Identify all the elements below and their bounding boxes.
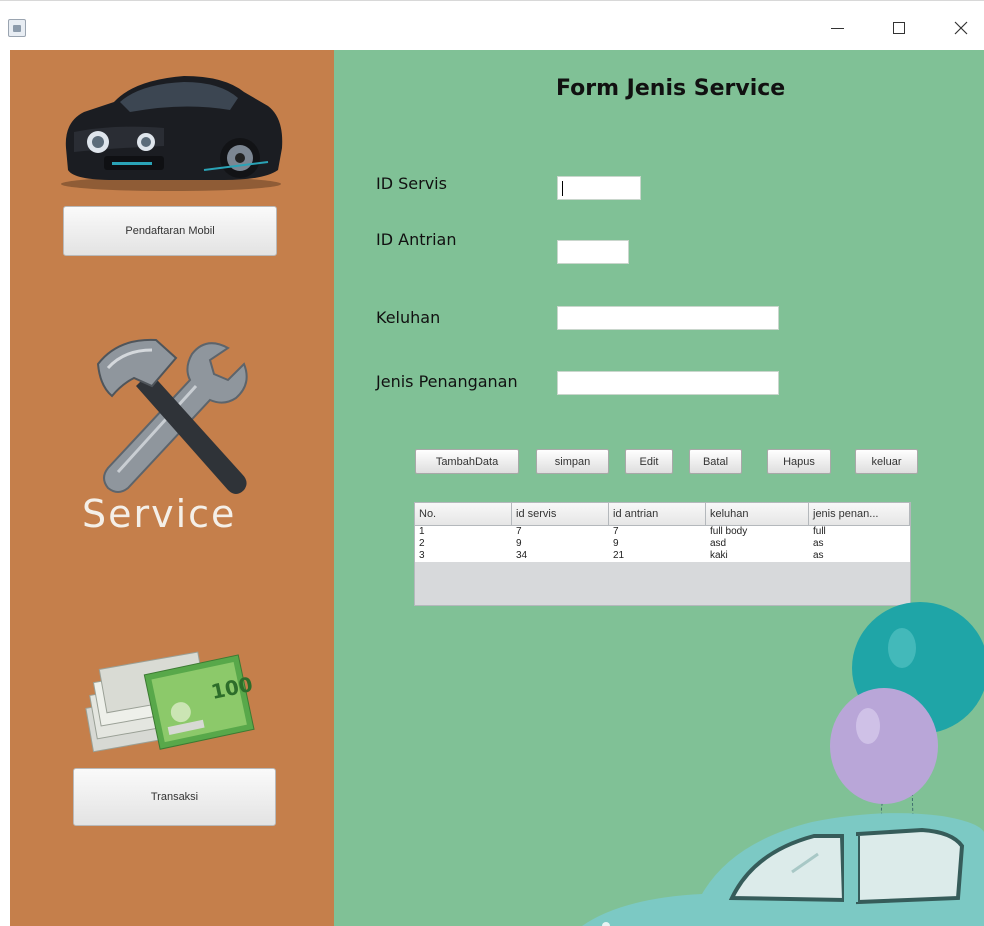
table-cell: 3 bbox=[419, 550, 425, 561]
table-cell: full bbox=[813, 526, 826, 537]
table-cell: 7 bbox=[516, 526, 522, 537]
column-header-no[interactable]: No. bbox=[415, 503, 512, 525]
table-cell: asd bbox=[710, 538, 727, 549]
batal-button[interactable]: Batal bbox=[689, 449, 742, 474]
table-row[interactable]: 1 7 7 full body full bbox=[415, 526, 910, 538]
table-cell: as bbox=[813, 538, 824, 549]
column-header-jenis-penanganan[interactable]: jenis penan... bbox=[809, 503, 910, 525]
service-heading: Service bbox=[82, 492, 237, 536]
balloons-image bbox=[830, 602, 984, 828]
maximize-icon[interactable] bbox=[884, 15, 914, 41]
table-cell: 9 bbox=[613, 538, 619, 549]
tambah-data-button[interactable]: TambahData bbox=[415, 449, 519, 474]
table-cell: 21 bbox=[613, 550, 625, 561]
page-title: Form Jenis Service bbox=[556, 76, 786, 101]
id-antrian-field[interactable] bbox=[557, 240, 629, 264]
window-frame bbox=[0, 48, 10, 926]
tools-image bbox=[96, 338, 248, 494]
keluar-button[interactable]: keluar bbox=[855, 449, 918, 474]
car-image bbox=[61, 76, 283, 191]
column-header-id-servis[interactable]: id servis bbox=[512, 503, 609, 525]
money-image: 100 bbox=[85, 651, 255, 753]
id-antrian-label: ID Antrian bbox=[376, 230, 457, 249]
table-cell: as bbox=[813, 550, 824, 561]
table-cell: 9 bbox=[516, 538, 522, 549]
column-header-keluhan[interactable]: keluhan bbox=[706, 503, 809, 525]
table-cell: 1 bbox=[419, 526, 425, 537]
table-cell: 2 bbox=[419, 538, 425, 549]
simpan-button[interactable]: simpan bbox=[536, 449, 609, 474]
edit-button[interactable]: Edit bbox=[625, 449, 673, 474]
pendaftaran-mobil-button[interactable]: Pendaftaran Mobil bbox=[63, 206, 277, 256]
vintage-car-image bbox=[582, 813, 984, 926]
column-header-id-antrian[interactable]: id antrian bbox=[609, 503, 706, 525]
java-app-icon bbox=[8, 19, 26, 37]
transaksi-button[interactable]: Transaksi bbox=[73, 768, 276, 826]
jenis-penanganan-label: Jenis Penanganan bbox=[376, 372, 518, 391]
service-table[interactable]: No. id servis id antrian keluhan jenis p… bbox=[414, 502, 911, 606]
table-row[interactable]: 2 9 9 asd as bbox=[415, 538, 910, 550]
hapus-button[interactable]: Hapus bbox=[767, 449, 831, 474]
id-servis-label: ID Servis bbox=[376, 174, 447, 193]
window-titlebar bbox=[0, 0, 984, 48]
keluhan-label: Keluhan bbox=[376, 308, 441, 327]
table-cell: kaki bbox=[710, 550, 728, 561]
sidebar: Pendaftaran Mobil Service 100 Transaksi bbox=[10, 50, 334, 926]
close-icon[interactable] bbox=[946, 15, 976, 41]
table-cell: 7 bbox=[613, 526, 619, 537]
table-cell: 34 bbox=[516, 550, 528, 561]
id-servis-field[interactable] bbox=[557, 176, 641, 200]
minimize-icon[interactable] bbox=[822, 15, 852, 41]
table-row[interactable]: 3 34 21 kaki as bbox=[415, 550, 910, 562]
table-header: No. id servis id antrian keluhan jenis p… bbox=[415, 503, 910, 526]
keluhan-field[interactable] bbox=[557, 306, 779, 330]
main-panel: Form Jenis Service ID Servis ID Antrian … bbox=[334, 50, 984, 926]
jenis-penanganan-field[interactable] bbox=[557, 371, 779, 395]
table-cell: full body bbox=[710, 526, 748, 537]
